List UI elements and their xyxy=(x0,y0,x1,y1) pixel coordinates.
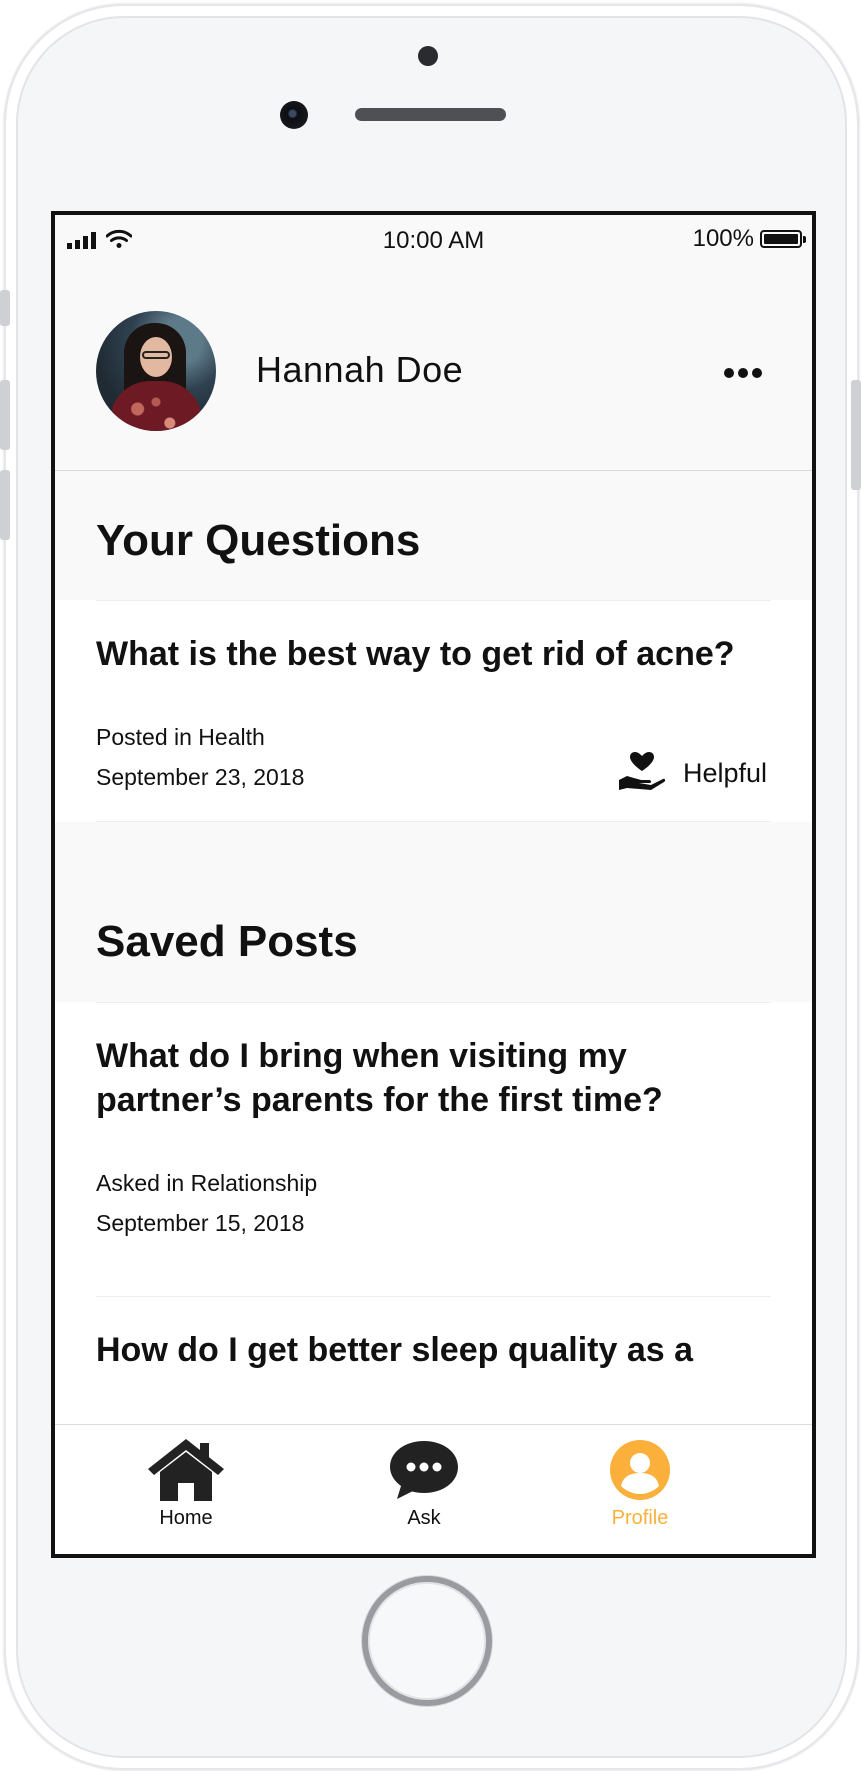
status-bar: 10:00 AM 100% xyxy=(55,215,812,263)
saved-post-date: September 15, 2018 xyxy=(96,1210,305,1236)
helpful-label: Helpful xyxy=(682,757,767,788)
avatar[interactable] xyxy=(96,311,216,431)
saved-posts-header: Saved Posts xyxy=(55,822,812,1002)
volume-down-button xyxy=(0,470,10,540)
divider xyxy=(96,1296,771,1297)
proximity-sensor xyxy=(418,46,438,66)
saved-post-title[interactable]: What do I bring when visiting my partner… xyxy=(96,1034,696,1122)
volume-up-button xyxy=(0,380,10,450)
front-camera xyxy=(280,101,308,129)
divider xyxy=(96,600,771,601)
question-card[interactable]: What is the best way to get rid of acne?… xyxy=(55,600,812,822)
tab-profile[interactable]: Profile xyxy=(580,1439,700,1530)
earpiece-speaker xyxy=(355,108,506,121)
power-button xyxy=(851,380,861,490)
helpful-button[interactable]: Helpful xyxy=(618,752,767,794)
tab-label: Home xyxy=(159,1507,213,1529)
question-category: Posted in Health xyxy=(96,724,265,750)
profile-icon xyxy=(610,1440,670,1500)
chat-bubble-icon xyxy=(390,1441,458,1499)
home-button[interactable] xyxy=(362,1576,492,1706)
section-title: Your Questions xyxy=(96,516,421,565)
saved-post-title[interactable]: How do I get better sleep quality as a xyxy=(96,1328,796,1372)
more-options-icon[interactable] xyxy=(718,355,768,391)
tab-bar: Home Ask Profile xyxy=(55,1424,812,1554)
divider xyxy=(96,1002,771,1003)
helping-hand-heart-icon xyxy=(618,752,665,790)
saved-post-category: Asked in Relationship xyxy=(96,1170,318,1196)
app-screen: 10:00 AM 100% Hannah Doe Your Questions … xyxy=(51,211,816,1558)
profile-name: Hannah Doe xyxy=(256,349,464,390)
question-date: September 23, 2018 xyxy=(96,764,305,790)
profile-header: Hannah Doe xyxy=(55,263,812,471)
saved-post-card[interactable]: What do I bring when visiting my partner… xyxy=(55,1002,812,1424)
battery-icon xyxy=(760,230,806,248)
battery-percentage: 100% xyxy=(692,225,754,252)
home-icon xyxy=(148,1439,224,1501)
tab-label: Ask xyxy=(407,1507,441,1529)
tab-label: Profile xyxy=(611,1507,669,1529)
mute-switch xyxy=(0,290,10,326)
question-title[interactable]: What is the best way to get rid of acne? xyxy=(96,632,756,676)
tab-home[interactable]: Home xyxy=(126,1439,246,1530)
section-title: Saved Posts xyxy=(96,917,358,966)
tab-ask[interactable]: Ask xyxy=(364,1439,484,1530)
battery-indicator: 100% xyxy=(692,225,806,253)
your-questions-header: Your Questions xyxy=(55,471,812,600)
